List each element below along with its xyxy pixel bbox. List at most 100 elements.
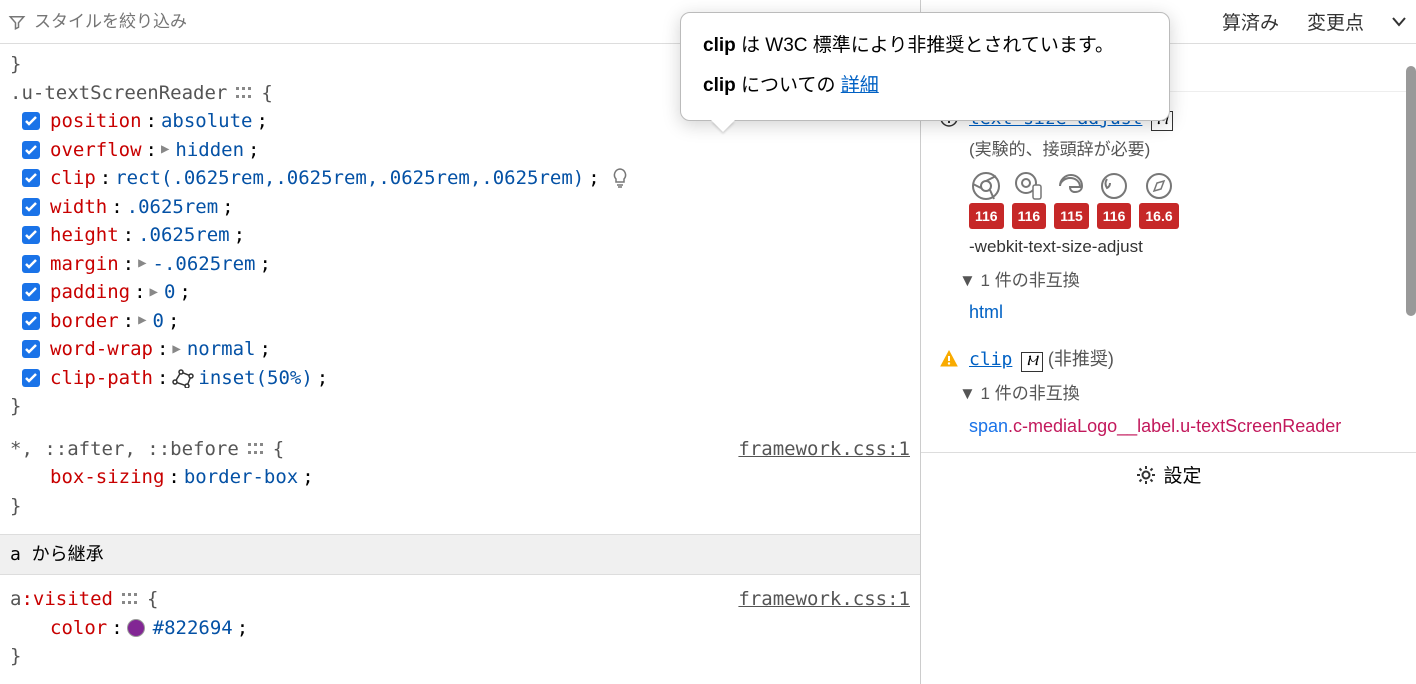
tooltip-text: は W3C 標準により非推奨とされています。 [736, 35, 1114, 56]
property[interactable]: clip-path: inset(50%); [10, 364, 910, 393]
tooltip: clip は W3C 標準により非推奨とされています。 clip についての 詳… [680, 12, 1170, 121]
grid-icon [247, 442, 265, 456]
property[interactable]: overflow: ▶hidden; [10, 136, 910, 165]
tab-computed[interactable]: 算済み [1222, 8, 1279, 35]
checkbox[interactable] [22, 283, 40, 301]
checkbox[interactable] [22, 198, 40, 216]
expand-icon[interactable]: ▶ [150, 282, 158, 303]
checkbox[interactable] [22, 340, 40, 358]
property[interactable]: height: .0625rem; [10, 221, 910, 250]
tooltip-link[interactable]: 詳細 [841, 75, 879, 96]
property[interactable]: clip: rect(.0625rem,.0625rem,.0625rem,.0… [10, 164, 910, 193]
close-brace: } [10, 392, 910, 421]
checkbox[interactable] [22, 169, 40, 187]
prop-name: box-sizing [50, 463, 164, 492]
styles-body: } .u-textScreenReader { position: absolu… [0, 44, 920, 684]
checkbox[interactable] [22, 112, 40, 130]
open-brace: { [273, 435, 284, 464]
prop-value: .0625rem [127, 193, 219, 222]
rule-block: framework.css:1 *, ::after, ::before { b… [10, 435, 910, 521]
version: 115 [1054, 203, 1089, 229]
safari-icon [1144, 171, 1174, 201]
expand-icon[interactable]: ▶ [161, 139, 169, 160]
clippath-icon[interactable] [172, 368, 194, 388]
source-link[interactable]: framework.css:1 [738, 435, 910, 464]
browser-versions: 116 116 115 116 16.6 [969, 171, 1398, 229]
prop-value: .0625rem [138, 221, 230, 250]
prop-name: position [50, 107, 142, 136]
prop-name: overflow [50, 136, 142, 165]
version: 116 [1097, 203, 1132, 229]
open-brace: { [147, 585, 158, 614]
prop-name: word-wrap [50, 335, 153, 364]
expand-icon[interactable]: ▶ [172, 339, 180, 360]
chevron-down-icon[interactable] [1392, 17, 1406, 27]
version: 116 [969, 203, 1004, 229]
prop-value: 0 [164, 278, 175, 307]
tooltip-text: についての [736, 75, 841, 96]
rule-block: .u-textScreenReader { position: absolute… [10, 79, 910, 421]
incompat-element[interactable]: html [969, 298, 1398, 327]
settings-row[interactable]: 設定 [921, 452, 1416, 488]
tooltip-keyword: clip [703, 35, 736, 56]
source-link[interactable]: framework.css:1 [738, 585, 910, 614]
chrome-mobile-icon [1014, 171, 1044, 201]
incompat-toggle[interactable]: ▼ 1 件の非互換 [959, 267, 1398, 294]
inherit-bar: a から継承 [0, 534, 920, 575]
browser-chrome-mobile: 116 [1012, 171, 1047, 229]
checkbox[interactable] [22, 255, 40, 273]
browser-edge: 115 [1054, 171, 1089, 229]
checkbox[interactable] [22, 369, 40, 387]
property[interactable]: border: ▶0; [10, 307, 910, 336]
element-path[interactable]: span.c-mediaLogo__label.u-textScreenRead… [969, 412, 1398, 441]
color-swatch[interactable] [127, 619, 145, 637]
prop-name: width [50, 193, 107, 222]
prop-value: -.0625rem [153, 250, 256, 279]
checkbox[interactable] [22, 312, 40, 330]
compat-body: text-size-adjust Ⲙ (実験的、接頭辞が必要) 116 116 … [921, 92, 1416, 452]
prop-value: hidden [175, 136, 244, 165]
tab-changes[interactable]: 変更点 [1307, 8, 1364, 35]
version: 16.6 [1139, 203, 1178, 229]
mdn-badge[interactable]: Ⲙ [1021, 352, 1042, 372]
incompat-toggle[interactable]: ▼ 1 件の非互換 [959, 380, 1398, 407]
prop-name: border [50, 307, 119, 336]
expand-icon[interactable]: ▶ [138, 253, 146, 274]
edge-icon [1056, 171, 1086, 201]
settings-label: 設定 [1163, 461, 1201, 488]
expand-icon[interactable]: ▶ [138, 310, 146, 331]
note: (実験的、接頭辞が必要) [969, 136, 1398, 163]
prop-value: border-box [184, 463, 298, 492]
prop-link[interactable]: clip [969, 349, 1012, 370]
checkbox[interactable] [22, 226, 40, 244]
close-brace: } [10, 642, 910, 671]
property[interactable]: box-sizing: border-box; [10, 463, 910, 492]
prop-name: clip [50, 164, 96, 193]
selector[interactable]: .u-textScreenReader [10, 79, 227, 108]
rule-block: framework.css:1 a:visited { color: #8226… [10, 585, 910, 671]
filter-icon[interactable] [8, 13, 26, 31]
prop-name: color [50, 614, 107, 643]
grid-icon [121, 592, 139, 606]
prop-value: #822694 [153, 614, 233, 643]
property[interactable]: word-wrap: ▶normal; [10, 335, 910, 364]
prop-name: margin [50, 250, 119, 279]
selector[interactable]: *, ::after, ::before [10, 435, 239, 464]
checkbox[interactable] [22, 141, 40, 159]
warning-icon [939, 349, 959, 369]
open-brace: { [261, 79, 272, 108]
prop-value: rect(.0625rem,.0625rem,.0625rem,.0625rem… [115, 164, 584, 193]
browser-chrome: 116 [969, 171, 1004, 229]
prop-value: absolute [161, 107, 253, 136]
prop-name: clip-path [50, 364, 153, 393]
selector[interactable]: a:visited [10, 585, 113, 614]
compat-item: clip Ⲙ (非推奨) [939, 345, 1398, 375]
property[interactable]: color: #822694; [10, 614, 910, 643]
property[interactable]: margin: ▶-.0625rem; [10, 250, 910, 279]
prop-value: inset(50%) [198, 364, 312, 393]
chrome-icon [971, 171, 1001, 201]
property[interactable]: width: .0625rem; [10, 193, 910, 222]
lightbulb-icon[interactable] [610, 167, 630, 189]
gear-icon [1135, 464, 1157, 486]
property[interactable]: padding: ▶0; [10, 278, 910, 307]
